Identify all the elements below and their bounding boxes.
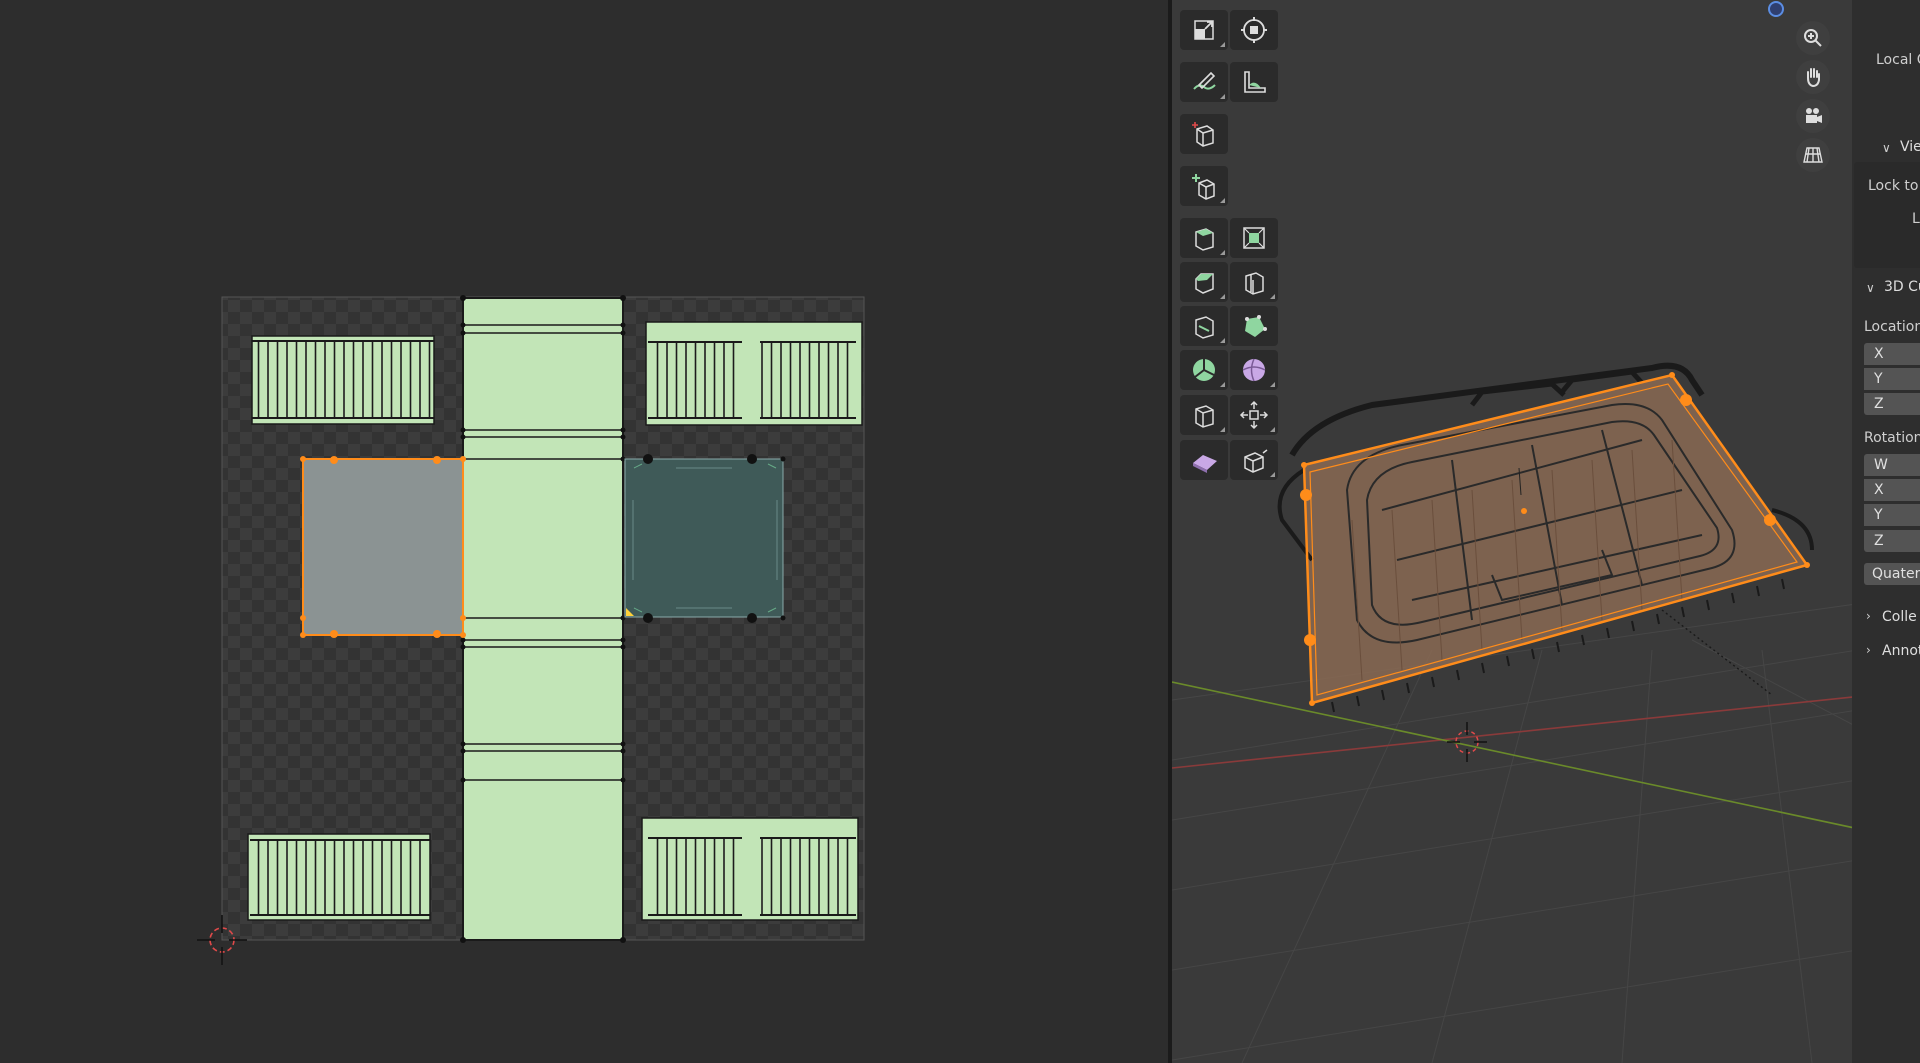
cursor-rotation-w-field[interactable]: W xyxy=(1864,454,1920,476)
y-axis-line xyxy=(1172,681,1920,843)
uv-face-active[interactable] xyxy=(624,454,786,623)
tool-knife[interactable] xyxy=(1180,306,1228,346)
floor-grid xyxy=(1172,594,1920,1063)
relationship-line xyxy=(1661,609,1773,696)
z-label: Z xyxy=(1874,396,1884,412)
rotation-mode-value: Quater xyxy=(1872,566,1920,582)
chevron-right-icon[interactable]: › xyxy=(1866,609,1871,623)
transform-icon xyxy=(1241,17,1267,43)
annotations-section-header[interactable]: Annot xyxy=(1882,643,1920,659)
uv-island-center-strip[interactable] xyxy=(460,295,626,943)
shrink-fatten-icon xyxy=(1239,400,1269,430)
mesh-object-tray[interactable] xyxy=(1277,362,1814,713)
y-label: Y xyxy=(1874,371,1883,387)
grid-perspective-icon xyxy=(1803,147,1823,163)
tool-shrink-fatten[interactable] xyxy=(1230,395,1278,435)
zoom-icon xyxy=(1804,29,1822,47)
tool-inset[interactable] xyxy=(1230,218,1278,258)
3d-viewport[interactable] xyxy=(1172,0,1920,1063)
poly-build-icon xyxy=(1245,315,1267,337)
tool-edge-slide[interactable] xyxy=(1180,395,1228,435)
tool-loop-cut[interactable] xyxy=(1230,262,1278,302)
cursor-rotation-y-field[interactable]: Y xyxy=(1864,504,1920,526)
uv-canvas[interactable] xyxy=(0,0,1168,1063)
measure-icon xyxy=(1244,71,1266,93)
shear-icon xyxy=(1193,455,1217,473)
local-camera-label: Local C xyxy=(1876,52,1920,68)
loop-cut-icon xyxy=(1245,272,1264,295)
cursor-location-z-field[interactable]: Z xyxy=(1864,393,1920,415)
z-label: Z xyxy=(1874,533,1884,549)
collections-section-header[interactable]: Colle xyxy=(1882,609,1917,625)
rotation-label: Rotation xyxy=(1864,430,1920,446)
uv-editor[interactable] xyxy=(0,0,1168,1063)
chevron-down-icon[interactable]: ∨ xyxy=(1882,141,1891,155)
chevron-down-icon[interactable]: ∨ xyxy=(1866,281,1875,295)
hand-pan-icon xyxy=(1807,68,1820,88)
smooth-icon xyxy=(1242,358,1266,382)
lock-to-sub-label: L xyxy=(1912,211,1920,227)
add-cube-icon xyxy=(1192,122,1214,147)
spin-icon xyxy=(1193,359,1215,381)
bevel-icon xyxy=(1195,273,1214,294)
pan-button[interactable] xyxy=(1796,60,1830,94)
3d-cursor-section-header[interactable]: 3D Cu xyxy=(1884,279,1920,295)
sidebar-n-panel[interactable]: Local C ∨ Vie Lock to L ∨ 3D Cu Location… xyxy=(1852,0,1920,1063)
tool-bevel[interactable] xyxy=(1180,262,1228,302)
tool-transform[interactable] xyxy=(1230,10,1278,50)
extrude-icon xyxy=(1195,228,1214,251)
tool-shear[interactable] xyxy=(1180,440,1228,480)
x-label: X xyxy=(1874,346,1884,362)
rip-region-icon xyxy=(1244,449,1268,473)
tool-poly-build[interactable] xyxy=(1230,306,1278,346)
tool-annotate[interactable] xyxy=(1180,62,1228,102)
view-section-header[interactable]: Vie xyxy=(1900,139,1920,155)
navigation-gizmo-axis[interactable] xyxy=(1768,1,1784,17)
cursor-location-x-field[interactable]: X xyxy=(1864,343,1920,365)
tool-add-cube[interactable] xyxy=(1180,114,1228,154)
edge-slide-icon xyxy=(1195,405,1214,428)
tool-rip-region[interactable] xyxy=(1230,440,1278,480)
cursor-rotation-x-field[interactable]: X xyxy=(1864,479,1920,501)
rotation-mode-dropdown[interactable]: Quater xyxy=(1864,563,1920,585)
add-object-icon xyxy=(1192,174,1215,200)
x-label: X xyxy=(1874,482,1884,498)
uv-face-selected[interactable] xyxy=(300,456,466,638)
cursor-location-y-field[interactable]: Y xyxy=(1864,368,1920,390)
zoom-button[interactable] xyxy=(1796,21,1830,55)
camera-view-button[interactable] xyxy=(1796,99,1830,133)
tool-smooth[interactable] xyxy=(1230,350,1278,390)
knife-icon xyxy=(1195,316,1214,339)
lock-to-label: Lock to xyxy=(1868,178,1919,194)
location-label: Location xyxy=(1864,319,1920,335)
annotate-icon xyxy=(1193,71,1216,90)
chevron-right-icon[interactable]: › xyxy=(1866,643,1871,657)
tool-add-object[interactable] xyxy=(1180,166,1228,206)
3d-cursor[interactable] xyxy=(1447,722,1487,762)
camera-icon xyxy=(1806,108,1822,123)
tool-measure[interactable] xyxy=(1230,62,1278,102)
tool-spin[interactable] xyxy=(1180,350,1228,390)
perspective-toggle-button[interactable] xyxy=(1796,138,1830,172)
uv-island-vent-top-right[interactable] xyxy=(645,321,863,426)
scale-icon xyxy=(1194,20,1214,40)
x-axis-line xyxy=(1172,689,1920,769)
inset-icon xyxy=(1243,227,1265,249)
uv-island-vent-bottom-left[interactable] xyxy=(247,833,431,921)
w-label: W xyxy=(1874,457,1888,473)
y-label: Y xyxy=(1874,507,1883,523)
tool-scale[interactable] xyxy=(1180,10,1228,50)
uv-island-vent-bottom-right[interactable] xyxy=(641,817,859,921)
cursor-rotation-z-field[interactable]: Z xyxy=(1864,530,1920,552)
uv-island-vent-top-left[interactable] xyxy=(251,335,435,425)
tool-extrude[interactable] xyxy=(1180,218,1228,258)
